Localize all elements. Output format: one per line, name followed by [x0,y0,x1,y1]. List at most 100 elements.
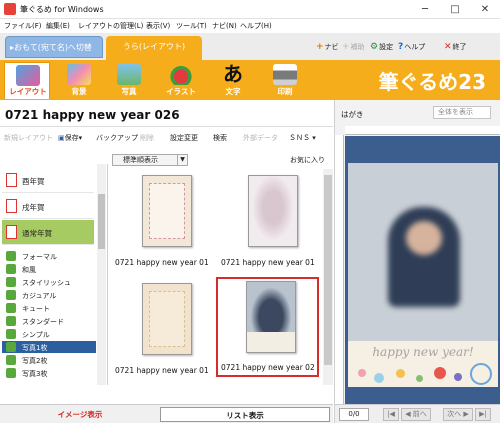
folder-icon [6,303,16,313]
menu-bar: ファイル(F) 編集(E) レイアウトの管理(L) 表示(V) ツール(T) ナ… [0,19,500,33]
menu-file[interactable]: ファイル(F) [4,21,42,31]
subcategory-cute[interactable]: キュート [2,302,96,314]
title-bar: 筆ぐるめ for Windows ─ □ ✕ [0,0,500,19]
layout-thumbnail-selected[interactable]: 0721 happy new year 02 [216,277,319,377]
subcategory-standard[interactable]: スタンダード [2,315,96,327]
hojo-link[interactable]: +補助 [342,42,365,52]
folder-icon [6,329,16,339]
menu-help[interactable]: ヘルプ(H) [240,21,272,31]
greeting-text: happy new year! [372,345,474,359]
category-item-tori[interactable]: 酉年賀 [2,168,94,193]
save-button[interactable]: ▣保存▾ [58,133,82,143]
menu-navi[interactable]: ナビ(N) [212,21,237,31]
preview-pager: 0/0 |◀ ◀ 前へ 次へ ▶ ▶| [335,404,500,423]
menu-tools[interactable]: ツール(T) [176,21,207,31]
category-item-tsujo[interactable]: 通常年賀 [2,220,94,245]
subcategory-photo1[interactable]: 写真1枚 [2,341,96,353]
ribbon-print-button[interactable]: 印刷 [262,62,308,99]
help-link[interactable]: ?ヘルプ [398,42,425,52]
folder-icon [6,277,16,287]
navi-link[interactable]: +ナビ [316,42,339,52]
ribbon-text-button[interactable]: あ 文字 [210,62,256,99]
exit-link[interactable]: ✕終了 [444,42,467,52]
layout-thumbnail[interactable]: 0721 happy new year 01 [112,171,215,271]
subcategory-photo3[interactable]: 写真3枚 [2,367,96,379]
subcategory-simple[interactable]: シンプル [2,328,96,340]
layout-icon [16,65,40,86]
favorites-button[interactable]: お気に入り [290,155,325,165]
sort-select[interactable]: 標準順表示 ▼ [112,154,188,166]
chevron-down-icon: ▾ [312,134,316,142]
folder-icon [6,251,16,261]
last-page-button[interactable]: ▶| [475,408,491,421]
preview-panel: はがき 全体を表示 happy new year! 0/0 |◀ ◀ 前へ 次へ… [334,100,500,423]
app-icon [4,3,16,15]
new-layout-button[interactable]: 新規レイアウト [4,133,53,143]
subcategory-wafu[interactable]: 和風 [2,263,96,275]
tab-omote[interactable]: ▸おもて(宛て名)へ切替 [5,36,103,58]
card-icon [6,173,17,187]
ribbon-layout-button[interactable]: レイアウト [4,62,50,99]
navi-plus-icon: + [316,42,324,52]
tab-image-view[interactable]: イメージ表示 [2,407,158,422]
chevron-down-icon: ▾ [78,134,83,142]
ribbon-background-button[interactable]: 背景 [56,62,102,99]
paper-size-label: はがき [341,110,364,119]
settings-link[interactable]: ⚙設定 [370,42,393,52]
card-preview [142,175,192,247]
scrollbar-thumb[interactable] [98,194,105,249]
background-icon [67,64,91,85]
change-settings-button[interactable]: 設定変更 [170,133,198,143]
close-button[interactable]: ✕ [470,0,500,19]
folder-icon [6,355,16,365]
layout-title: 0721 happy new year 026 [5,108,180,122]
view-tabs: イメージ表示 リスト表示 [0,404,333,423]
printer-icon [273,64,297,85]
tab-ura[interactable]: うら(レイアウト) [106,36,202,60]
external-data-button[interactable]: 外部データ [243,133,278,143]
layout-toolbar: 新規レイアウト ▣保存▾ バックアップ 削除 設定変更 検索 外部データ ＳＮＳ… [0,128,333,150]
maximize-button[interactable]: □ [440,0,470,19]
photo-area [348,163,498,341]
photo-subject-face [406,221,442,255]
sns-button[interactable]: ＳＮＳ ▾ [289,133,316,143]
divider [0,126,333,127]
menu-edit[interactable]: 編集(E) [46,21,70,31]
card-icon [6,199,17,213]
window-title: 筆ぐるめ for Windows [20,5,104,14]
gallery-scrollbar[interactable] [323,169,333,385]
folder-icon [6,342,16,352]
menu-layout-manage[interactable]: レイアウトの管理(L) [78,21,143,31]
chevron-down-icon: ▼ [177,155,187,165]
ribbon-photo-button[interactable]: 写真 [106,62,152,99]
ribbon-illust-button[interactable]: イラスト [158,62,204,99]
folder-icon [6,264,16,274]
subcategory-photo2[interactable]: 写真2枚 [2,354,96,366]
category-item-inu[interactable]: 戌年賀 [2,194,94,219]
layout-gallery: 0721 happy new year 01 0721 happy new ye… [110,169,333,385]
subcategory-casual[interactable]: カジュアル [2,289,96,301]
layout-thumbnail[interactable]: 0721 happy new year 01 [218,171,321,271]
save-icon: ▣ [58,134,65,142]
question-icon: ? [398,42,404,52]
layout-thumbnail[interactable]: 0721 happy new year 01 [112,279,215,379]
sort-row: 標準順表示 ▼ お気に入り [108,153,333,167]
zoom-select[interactable]: 全体を表示 [433,106,491,119]
watermelon-icon [169,64,193,85]
scrollbar-thumb[interactable] [324,175,332,365]
subcategory-formal[interactable]: フォーマル [2,250,96,262]
category-scrollbar[interactable] [97,164,106,385]
tab-list-view[interactable]: リスト表示 [160,407,330,422]
delete-button[interactable]: 削除 [140,133,154,143]
backup-button[interactable]: バックアップ [96,133,138,143]
first-page-button[interactable]: |◀ [383,408,399,421]
prev-page-button[interactable]: ◀ 前へ [401,408,431,421]
menu-view[interactable]: 表示(V) [146,21,170,31]
mode-tabs-row: ▸おもて(宛て名)へ切替 うら(レイアウト) +ナビ +補助 ⚙設定 ?ヘルプ … [0,33,500,60]
next-page-button[interactable]: 次へ ▶ [443,408,473,421]
search-button[interactable]: 検索 [213,133,227,143]
folder-icon [6,290,16,300]
card-preview [246,281,296,353]
subcategory-stylish[interactable]: スタイリッシュ [2,276,96,288]
minimize-button[interactable]: ─ [410,0,440,19]
